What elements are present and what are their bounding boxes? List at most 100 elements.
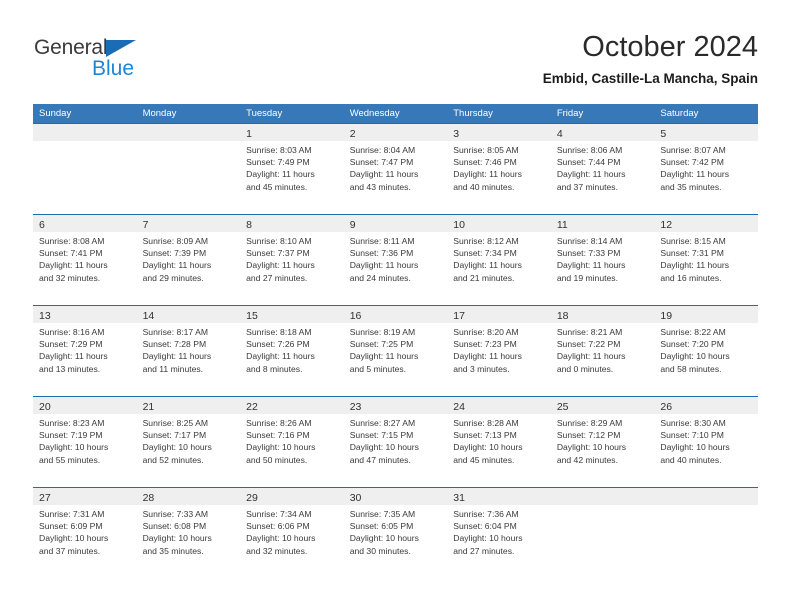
day-number-band: 29 <box>240 488 344 505</box>
day-info-line: Sunrise: 8:25 AM <box>142 418 209 428</box>
day-info-line: Sunset: 7:22 PM <box>556 339 621 350</box>
day-cell-1[interactable]: 1 Sunrise: 8:03 AM Sunset: 7:49 PM Daylight… <box>240 124 344 212</box>
day-info-line: Sunrise: 8:28 AM <box>453 418 519 428</box>
day-info-line: Sunset: 7:34 PM <box>453 248 517 259</box>
day-cell-31[interactable]: 31 Sunrise: 7:36 AM Sunset: 6:04 PM Dayligh… <box>447 488 551 576</box>
day-cell-9[interactable]: 9 Sunrise: 8:11 AM Sunset: 7:36 PM Daylight… <box>343 215 448 303</box>
day-cell-21[interactable]: 21 Sunrise: 8:25 AM Sunset: 7:17 PM Dayligh… <box>136 397 241 485</box>
calendar-week-row: 1 Sunrise: 8:03 AM Sunset: 7:49 PM Daylight… <box>33 123 758 214</box>
day-info-line: Daylight: 11 hours <box>246 169 315 180</box>
day-number: 7 <box>142 219 149 231</box>
day-sun-info: Sunrise: 8:27 AM Sunset: 7:15 PM Daylight:… <box>344 414 448 466</box>
day-cell-27[interactable]: 27 Sunrise: 7:31 AM Sunset: 6:09 PM Dayligh… <box>33 488 137 576</box>
day-number-band: 22 <box>240 397 344 414</box>
day-number-band <box>136 124 241 141</box>
day-info-line: and 8 minutes. <box>246 363 303 374</box>
day-sun-info: Sunrise: 8:20 AM Sunset: 7:23 PM Daylight:… <box>447 323 551 375</box>
day-cell-20[interactable]: 20 Sunrise: 8:23 AM Sunset: 7:19 PM Dayligh… <box>33 397 137 485</box>
day-number: 1 <box>246 128 252 140</box>
day-number-band <box>550 488 655 505</box>
day-number: 15 <box>246 310 258 322</box>
day-number-band: 6 <box>33 215 137 232</box>
day-number-band <box>654 488 758 505</box>
day-number: 29 <box>246 492 258 504</box>
day-info-line: Sunset: 7:16 PM <box>246 430 310 441</box>
day-info-line: Sunrise: 8:30 AM <box>660 418 726 428</box>
day-info-line: Sunrise: 8:09 AM <box>142 236 209 246</box>
day-cell-11[interactable]: 11 Sunrise: 8:14 AM Sunset: 7:33 PM Dayligh… <box>550 215 655 303</box>
day-info-line: Sunset: 7:36 PM <box>349 248 414 259</box>
day-cell-28[interactable]: 28 Sunrise: 7:33 AM Sunset: 6:08 PM Dayligh… <box>136 488 241 576</box>
day-info-line: and 24 minutes. <box>349 272 411 283</box>
day-cell-22[interactable]: 22 Sunrise: 8:26 AM Sunset: 7:16 PM Dayligh… <box>240 397 344 485</box>
day-cell-13[interactable]: 13 Sunrise: 8:16 AM Sunset: 7:29 PM Dayligh… <box>33 306 137 394</box>
day-sun-info: Sunrise: 8:05 AM Sunset: 7:46 PM Daylight:… <box>447 141 551 193</box>
day-sun-info: Sunrise: 8:08 AM Sunset: 7:41 PM Daylight:… <box>33 232 137 284</box>
day-cell-19[interactable]: 19 Sunrise: 8:22 AM Sunset: 7:20 PM Dayligh… <box>654 306 758 394</box>
day-info-line: Sunrise: 8:15 AM <box>660 236 726 246</box>
day-cell-29[interactable]: 29 Sunrise: 7:34 AM Sunset: 6:06 PM Dayligh… <box>240 488 344 576</box>
day-info-line: and 52 minutes. <box>142 454 204 465</box>
day-sun-info: Sunrise: 7:36 AM Sunset: 6:04 PM Daylight:… <box>447 505 551 557</box>
day-info-line: Sunrise: 8:16 AM <box>39 327 105 337</box>
day-number-band: 1 <box>240 124 344 141</box>
day-sun-info: Sunrise: 7:34 AM Sunset: 6:06 PM Daylight:… <box>240 505 344 557</box>
day-number: 23 <box>349 401 362 413</box>
day-number-band: 2 <box>343 124 448 141</box>
day-info-line: Sunset: 6:05 PM <box>349 521 414 532</box>
day-number-band: 26 <box>654 397 758 414</box>
day-info-line: Sunset: 7:12 PM <box>556 430 621 441</box>
day-info-line: Sunset: 7:37 PM <box>246 248 310 259</box>
day-cell-6[interactable]: 6 Sunrise: 8:08 AM Sunset: 7:41 PM Daylight… <box>33 215 137 303</box>
day-info-line: Sunset: 7:31 PM <box>660 248 724 259</box>
weekday-header-wednesday: Wednesday <box>349 108 400 119</box>
day-cell-5[interactable]: 5 Sunrise: 8:07 AM Sunset: 7:42 PM Daylight… <box>654 124 758 212</box>
day-info-line: Sunset: 7:42 PM <box>660 157 724 168</box>
day-cell-26[interactable]: 26 Sunrise: 8:30 AM Sunset: 7:10 PM Dayligh… <box>654 397 758 485</box>
day-number: 11 <box>556 219 568 231</box>
day-info-line: and 32 minutes. <box>39 272 101 283</box>
day-info-line: Daylight: 10 hours <box>246 533 316 544</box>
day-cell-12[interactable]: 12 Sunrise: 8:15 AM Sunset: 7:31 PM Dayligh… <box>654 215 758 303</box>
day-number-band: 7 <box>136 215 241 232</box>
day-info-line: Daylight: 10 hours <box>246 442 316 453</box>
day-info-line: and 27 minutes. <box>246 272 308 283</box>
day-sun-info: Sunrise: 7:31 AM Sunset: 6:09 PM Daylight:… <box>33 505 137 557</box>
day-cell-25[interactable]: 25 Sunrise: 8:29 AM Sunset: 7:12 PM Dayligh… <box>550 397 655 485</box>
day-cell-2[interactable]: 2 Sunrise: 8:04 AM Sunset: 7:47 PM Daylight… <box>343 124 448 212</box>
day-info-line: Sunset: 7:29 PM <box>39 339 103 350</box>
day-info-line: Daylight: 11 hours <box>39 260 108 271</box>
day-cell-7[interactable]: 7 Sunrise: 8:09 AM Sunset: 7:39 PM Daylight… <box>136 215 241 303</box>
day-info-line: Daylight: 11 hours <box>556 169 626 180</box>
day-info-line: and 16 minutes. <box>660 272 722 283</box>
weekday-header-thursday: Thursday <box>453 108 493 119</box>
day-info-line: and 29 minutes. <box>142 272 204 283</box>
day-cell-17[interactable]: 17 Sunrise: 8:20 AM Sunset: 7:23 PM Dayligh… <box>447 306 551 394</box>
day-sun-info: Sunrise: 8:23 AM Sunset: 7:19 PM Daylight:… <box>33 414 137 466</box>
day-info-line: and 47 minutes. <box>349 454 411 465</box>
day-number: 27 <box>39 492 51 504</box>
day-cell-16[interactable]: 16 Sunrise: 8:19 AM Sunset: 7:25 PM Dayligh… <box>343 306 448 394</box>
weekday-header-row: Sunday Monday Tuesday Wednesday Thursday Frid… <box>33 104 758 123</box>
day-cell-4[interactable]: 4 Sunrise: 8:06 AM Sunset: 7:44 PM Daylight… <box>550 124 655 212</box>
day-info-line: and 50 minutes. <box>246 454 308 465</box>
day-info-line: Daylight: 11 hours <box>453 351 522 362</box>
day-cell-24[interactable]: 24 Sunrise: 8:28 AM Sunset: 7:13 PM Dayligh… <box>447 397 551 485</box>
day-cell-14[interactable]: 14 Sunrise: 8:17 AM Sunset: 7:28 PM Dayligh… <box>136 306 241 394</box>
day-cell-18[interactable]: 18 Sunrise: 8:21 AM Sunset: 7:22 PM Dayligh… <box>550 306 655 394</box>
day-cell-3[interactable]: 3 Sunrise: 8:05 AM Sunset: 7:46 PM Daylight… <box>447 124 551 212</box>
day-info-line: Sunset: 7:33 PM <box>556 248 621 259</box>
day-cell-15[interactable]: 15 Sunrise: 8:18 AM Sunset: 7:26 PM Dayligh… <box>240 306 344 394</box>
day-cell-8[interactable]: 8 Sunrise: 8:10 AM Sunset: 7:37 PM Daylight… <box>240 215 344 303</box>
day-info-line: Sunset: 7:44 PM <box>556 157 621 168</box>
day-info-line: and 13 minutes. <box>39 363 101 374</box>
day-number-band: 19 <box>654 306 758 323</box>
day-number: 16 <box>349 310 362 322</box>
day-info-line: and 43 minutes. <box>349 181 411 192</box>
day-cell-23[interactable]: 23 Sunrise: 8:27 AM Sunset: 7:15 PM Dayligh… <box>343 397 448 485</box>
day-cell-10[interactable]: 10 Sunrise: 8:12 AM Sunset: 7:34 PM Dayligh… <box>447 215 551 303</box>
day-number: 19 <box>660 310 673 322</box>
calendar-week-row: 13 Sunrise: 8:16 AM Sunset: 7:29 PM Dayligh… <box>33 305 758 396</box>
day-info-line: Daylight: 10 hours <box>660 351 730 362</box>
day-cell-30[interactable]: 30 Sunrise: 7:35 AM Sunset: 6:05 PM Dayligh… <box>343 488 448 576</box>
